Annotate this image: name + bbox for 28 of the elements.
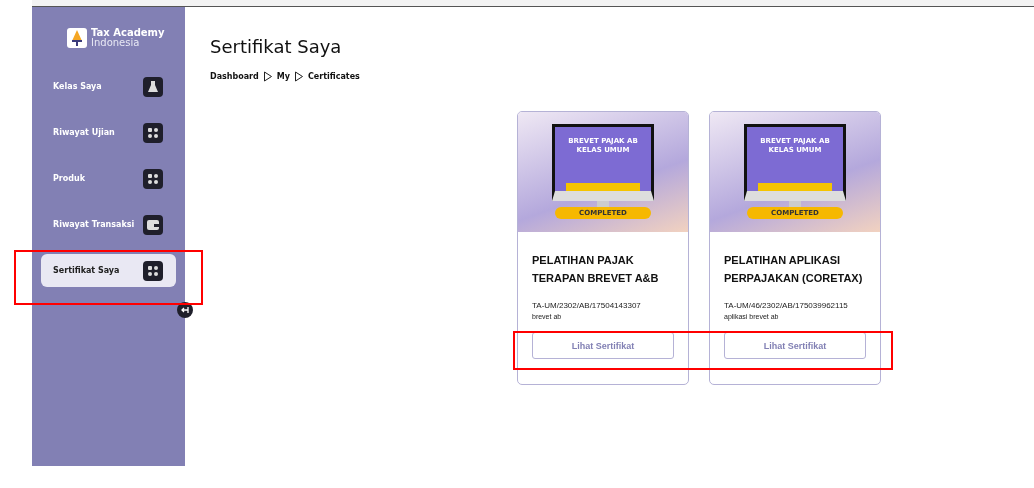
sidebar-item[interactable]: Kelas Saya — [41, 70, 176, 103]
sidebar-item[interactable]: Sertifikat Saya — [41, 254, 176, 287]
sidebar-item[interactable]: Riwayat Transaksi — [41, 208, 176, 241]
breadcrumb-link[interactable]: My — [276, 72, 290, 81]
flask-icon — [143, 76, 163, 97]
grid-icon — [143, 260, 163, 281]
certificate-code: TA-UM/2302/AB/17504143307 — [532, 300, 642, 312]
page-title: Sertifikat Saya — [210, 36, 343, 57]
course-title: PELATIHAN APLIKASI PERPAJAKAN (CORETAX) — [724, 253, 864, 286]
chevron-icon — [294, 71, 304, 82]
grid-icon — [143, 168, 163, 189]
collapse-icon[interactable] — [177, 302, 193, 318]
sidebar-item[interactable]: Riwayat Ujian — [41, 116, 176, 149]
monitor-stand — [789, 201, 801, 207]
wallet-icon — [143, 214, 163, 235]
brand-subtitle: Indonesia — [91, 38, 140, 48]
sidebar-item[interactable]: Produk — [41, 162, 176, 195]
view-certificate-button[interactable]: Lihat Sertifikat — [532, 332, 674, 359]
certificate-code: TA-UM/46/2302/AB/175039962115 — [724, 300, 849, 312]
grid-icon — [143, 122, 163, 143]
brand-name: Tax Academy — [91, 28, 165, 38]
monitor-stand — [597, 201, 609, 207]
chevron-icon — [262, 71, 273, 82]
logo-icon — [67, 28, 87, 48]
breadcrumb-link[interactable]: Certificates — [308, 72, 360, 81]
breadcrumb-link[interactable]: Dashboard — [210, 72, 259, 81]
course-title: PELATIHAN PAJAK TERAPAN BREVET A&B — [532, 253, 660, 286]
view-certificate-button[interactable]: Lihat Sertifikat — [724, 332, 866, 359]
